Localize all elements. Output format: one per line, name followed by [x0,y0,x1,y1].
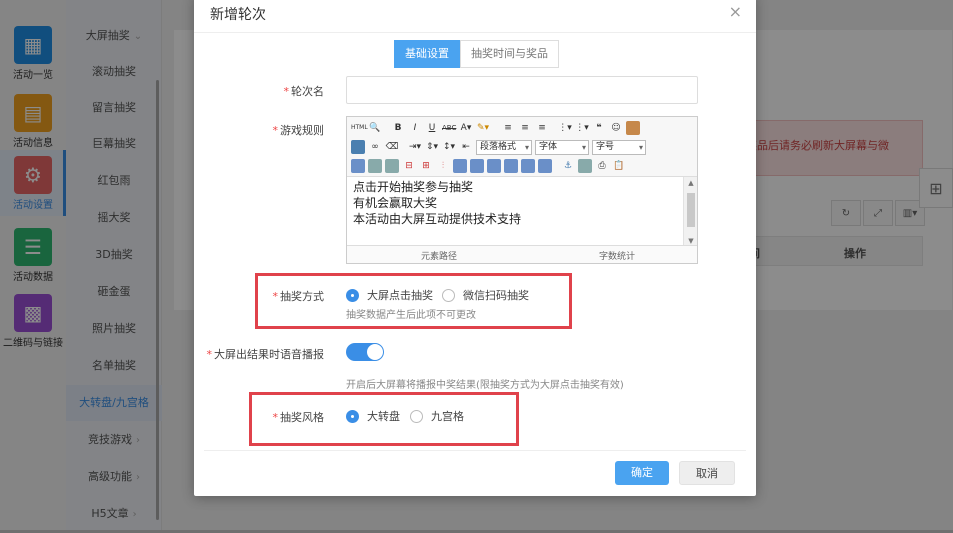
underline-icon[interactable]: U [425,121,439,135]
insert-row-icon[interactable] [368,159,382,173]
delete-col-icon[interactable]: ⊞ [419,159,433,173]
rules-label: * 游戏规则 [272,124,325,137]
quote-icon[interactable]: ❝ [592,121,606,135]
scroll-up-icon[interactable]: ▲ [684,179,698,187]
strikethrough-icon[interactable]: ABC [442,121,456,135]
directionality-icon[interactable]: ⇤ [459,140,473,154]
indent-icon[interactable]: ⇥▾ [408,140,422,154]
paragraph-spacing-icon[interactable]: ⇕▾ [425,140,439,154]
anchor-icon[interactable]: ⚓ [561,159,575,173]
eraser-icon[interactable]: ⌫ [385,140,399,154]
footer-divider [204,450,746,451]
word-count-label: 字数统计 [599,252,636,262]
insert-col-icon[interactable] [385,159,399,173]
merge-right-icon[interactable] [470,159,484,173]
table-icon[interactable] [351,159,365,173]
font-color-icon[interactable]: A▾ [459,121,473,135]
highlight-icon[interactable]: ✎▾ [476,121,490,135]
font-size-select[interactable]: 字号 [592,139,646,155]
bold-icon[interactable]: B [391,121,405,135]
split-cells-icon[interactable]: ⫶ [436,159,450,173]
cancel-button[interactable]: 取消 [679,461,735,485]
highlight-box [255,273,572,329]
save-icon[interactable] [351,140,365,154]
editor-scrollbar[interactable]: ▲ ▼ [683,177,697,247]
rules-line: 点击开始抽奖参与抽奖 [353,180,474,194]
voice-broadcast-label: * 大屏出结果时语音播报 [206,348,325,361]
rules-line: 有机会赢取大奖 [353,196,438,210]
split-rows-icon[interactable] [504,159,518,173]
rules-line: 本活动由大屏互动提供技术支持 [353,212,522,226]
align-left-icon[interactable]: ≡ [501,121,515,135]
align-center-icon[interactable]: ≡ [518,121,532,135]
emoji-icon[interactable]: ☺ [609,121,623,135]
merge-cells-icon[interactable] [453,159,467,173]
divider [194,32,756,33]
scroll-thumb[interactable] [687,193,695,227]
paste-icon[interactable]: 📋 [612,159,626,173]
tab-time-and-prizes[interactable]: 抽奖时间与奖品 [460,40,559,68]
link-icon[interactable]: ∞ [368,140,382,154]
dialog-title: 新增轮次 [210,7,266,23]
insert-picture-icon[interactable] [578,159,592,173]
font-family-select[interactable]: 字体 [535,139,589,155]
rules-editor[interactable]: HTML 🔍 B I U ABC A▾ ✎▾ ≡ ≡ ≡ ⋮▾ ⋮▾ ❝ ☺ ∞ [346,116,698,264]
paragraph-format-select[interactable]: 段落格式 [476,139,532,155]
tab-basic-settings[interactable]: 基础设置 [394,40,460,68]
close-icon[interactable]: × [729,2,742,21]
add-round-dialog: 新增轮次 × 基础设置 抽奖时间与奖品 * 轮次名 * 游戏规则 HTML 🔍 B … [194,0,756,496]
round-name-input[interactable] [346,76,698,104]
delete-table-icon[interactable] [538,159,552,173]
italic-icon[interactable]: I [408,121,422,135]
merge-down-icon[interactable] [487,159,501,173]
editor-toolbar: HTML 🔍 B I U ABC A▾ ✎▾ ≡ ≡ ≡ ⋮▾ ⋮▾ ❝ ☺ ∞ [347,117,697,177]
toggle-knob [367,344,383,360]
voice-broadcast-toggle[interactable] [346,343,384,361]
highlight-box [249,392,519,446]
split-cols-icon[interactable] [521,159,535,173]
scroll-down-icon[interactable]: ▼ [684,237,698,245]
editor-footer: 元素路径 字数统计 [347,245,697,263]
editor-content[interactable]: 点击开始抽奖参与抽奖 有机会赢取大奖 本活动由大屏互动提供技术支持 [347,177,683,247]
print-icon[interactable]: ⎙ [595,159,609,173]
image-icon[interactable] [626,121,640,135]
dialog-tabs: 基础设置 抽奖时间与奖品 [394,40,559,68]
voice-broadcast-hint: 开启后大屏幕将播报中奖结果(限抽奖方式为大屏点击抽奖有效) [346,380,624,391]
element-path-label: 元素路径 [421,252,458,262]
preview-icon[interactable]: 🔍 [368,121,382,135]
unordered-list-icon[interactable]: ⋮▾ [575,121,589,135]
source-code-icon[interactable]: HTML [351,121,368,135]
line-height-icon[interactable]: ↕▾ [442,140,456,154]
align-right-icon[interactable]: ≡ [535,121,549,135]
ordered-list-icon[interactable]: ⋮▾ [558,121,572,135]
round-name-label: * 轮次名 [283,85,325,98]
delete-row-icon[interactable]: ⊟ [402,159,416,173]
confirm-button[interactable]: 确定 [615,461,669,485]
